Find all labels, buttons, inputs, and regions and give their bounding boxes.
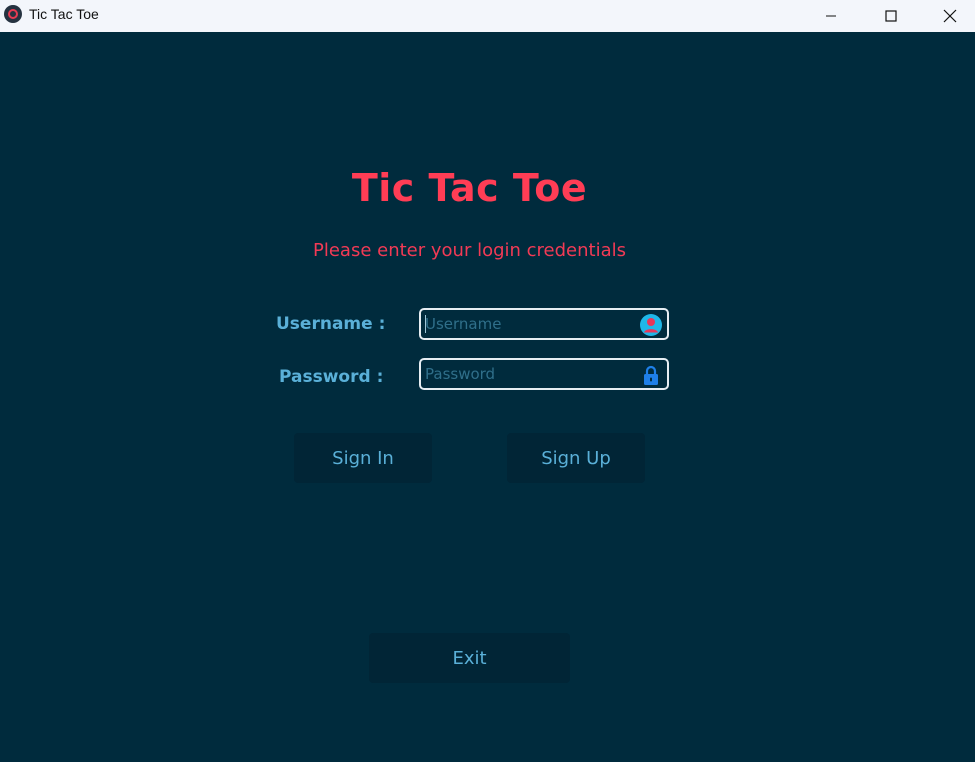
page-subtitle: Please enter your login credentials bbox=[313, 240, 626, 261]
minimize-icon bbox=[826, 15, 836, 17]
user-icon bbox=[640, 314, 662, 336]
title-bar: Tic Tac Toe bbox=[0, 0, 975, 32]
maximize-button[interactable] bbox=[868, 0, 914, 32]
username-input[interactable] bbox=[425, 312, 633, 336]
password-label: Password : bbox=[279, 367, 384, 387]
window-title: Tic Tac Toe bbox=[29, 6, 99, 22]
login-screen: Tic Tac Toe Please enter your login cred… bbox=[0, 32, 975, 762]
password-field-container[interactable] bbox=[419, 358, 669, 390]
lock-icon bbox=[644, 365, 658, 385]
username-label: Username : bbox=[276, 314, 386, 334]
sign-up-button[interactable]: Sign Up bbox=[507, 433, 645, 483]
app-window: Tic Tac Toe Tic Tac Toe Please enter you… bbox=[0, 0, 975, 762]
app-icon bbox=[4, 5, 22, 23]
minimize-button[interactable] bbox=[808, 0, 854, 32]
page-title: Tic Tac Toe bbox=[351, 166, 588, 210]
close-icon bbox=[943, 9, 957, 23]
password-input[interactable] bbox=[425, 362, 633, 386]
maximize-icon bbox=[885, 10, 897, 22]
username-field-container[interactable] bbox=[419, 308, 669, 340]
exit-button[interactable]: Exit bbox=[369, 633, 570, 683]
sign-in-button[interactable]: Sign In bbox=[294, 433, 432, 483]
close-button[interactable] bbox=[927, 0, 973, 32]
